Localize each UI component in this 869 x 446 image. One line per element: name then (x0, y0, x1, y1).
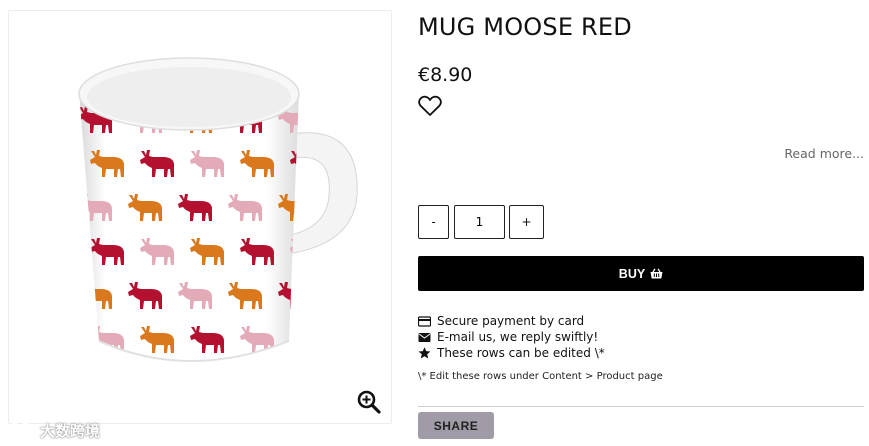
share-button[interactable]: SHARE (418, 412, 494, 439)
feature-text: Secure payment by card (437, 314, 585, 328)
quantity-input[interactable] (454, 205, 505, 239)
watermark-logo-icon (8, 422, 34, 438)
feature-item-payment: Secure payment by card (418, 313, 605, 329)
basket-icon (650, 268, 663, 279)
feature-item-email: E-mail us, we reply swiftly! (418, 329, 605, 345)
buy-button[interactable]: BUY (418, 256, 864, 291)
feature-text: E-mail us, we reply swiftly! (437, 330, 599, 344)
heart-outline-icon (418, 95, 442, 116)
read-more-link[interactable]: Read more... (784, 146, 864, 161)
feature-list: Secure payment by card E-mail us, we rep… (418, 313, 605, 361)
product-image-panel[interactable] (8, 10, 392, 424)
zoom-button[interactable] (356, 389, 382, 415)
product-image[interactable] (9, 11, 392, 424)
watermark: 大数跨境 (8, 419, 100, 441)
credit-card-icon (418, 315, 431, 327)
quantity-decrease-button[interactable]: - (418, 205, 449, 239)
envelope-icon (418, 332, 431, 342)
buy-button-label: BUY (618, 266, 646, 281)
divider (418, 406, 864, 407)
star-icon (418, 347, 431, 359)
quantity-increase-button[interactable]: + (509, 205, 544, 239)
product-title: MUG MOOSE RED (418, 13, 632, 41)
feature-item-editable: These rows can be edited \* (418, 345, 605, 361)
feature-text: These rows can be edited \* (437, 346, 605, 360)
wishlist-button[interactable] (418, 95, 442, 117)
zoom-in-icon (357, 390, 381, 414)
edit-note: \* Edit these rows under Content > Produ… (418, 371, 663, 382)
product-price: €8.90 (418, 64, 473, 86)
watermark-text: 大数跨境 (40, 421, 101, 440)
